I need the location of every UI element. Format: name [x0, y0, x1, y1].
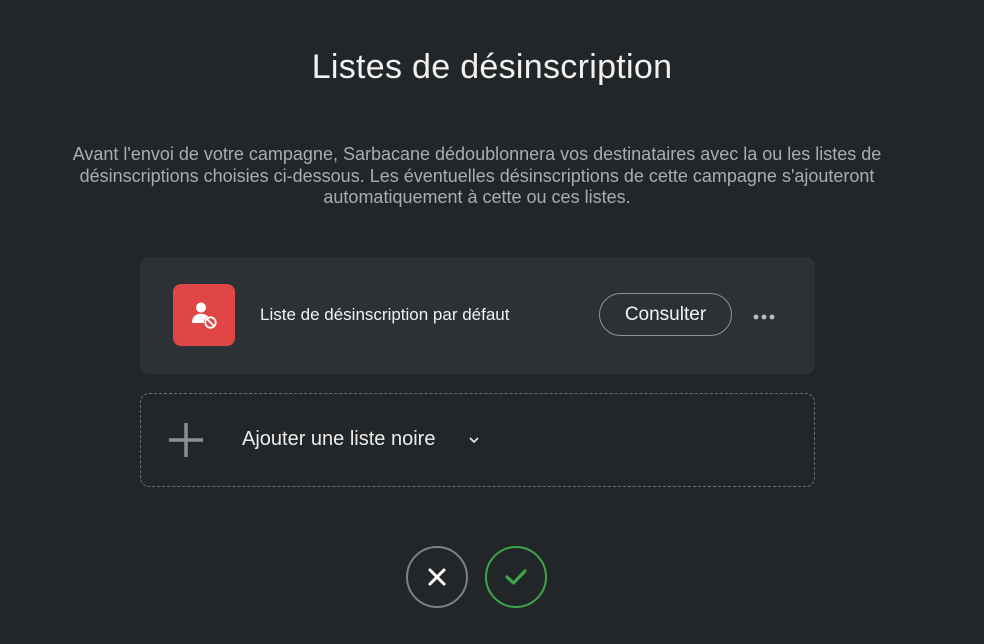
chevron-down-icon: [469, 437, 479, 444]
confirm-button[interactable]: [485, 546, 547, 608]
more-options-button[interactable]: [750, 307, 778, 327]
close-icon: [428, 568, 446, 586]
more-dots-icon: [753, 314, 775, 320]
unsubscribe-list-card: Liste de désinscription par défaut Consu…: [140, 257, 815, 374]
page-description: Avant l'envoi de votre campagne, Sarbaca…: [72, 144, 882, 207]
plus-icon: [169, 423, 203, 457]
page-title: Listes de désinscription: [311, 48, 673, 86]
add-blacklist-button[interactable]: Ajouter une liste noire: [140, 393, 815, 487]
consult-button[interactable]: Consulter: [599, 293, 732, 336]
list-name: Liste de désinscription par défaut: [260, 305, 510, 324]
check-icon: [505, 569, 527, 585]
user-blocked-icon: [173, 284, 235, 346]
cancel-button[interactable]: [406, 546, 468, 608]
add-blacklist-label: Ajouter une liste noire: [242, 428, 436, 450]
